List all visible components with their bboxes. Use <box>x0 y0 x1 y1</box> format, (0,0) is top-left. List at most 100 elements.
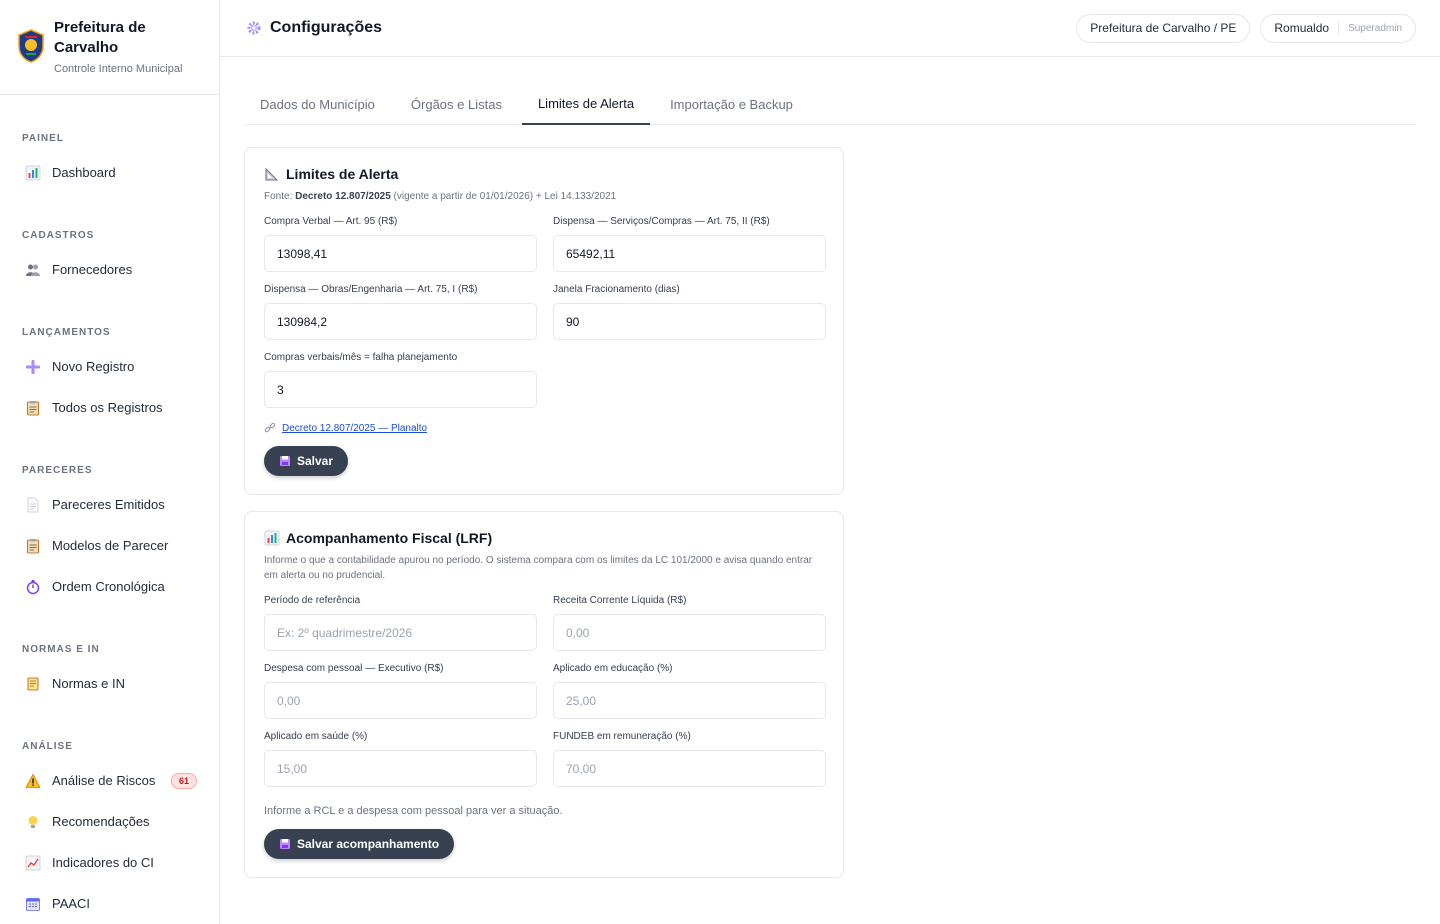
sidebar-item-dashboard[interactable]: Dashboard <box>0 152 219 193</box>
field-label: Compras verbais/mês = falha planejamento <box>264 352 458 363</box>
source-suffix: (vigente a partir de 01/01/2026) + Lei 1… <box>390 191 617 202</box>
field-educacao: Aplicado em educação (%) <box>553 663 826 719</box>
sidebar-item-novo-registro[interactable]: Novo Registro <box>0 346 219 387</box>
sidebar-item-analise-de-riscos[interactable]: Análise de Riscos 61 <box>0 760 219 801</box>
nav-section-title: CADASTROS <box>22 230 95 241</box>
brand-name: Prefeitura de Carvalho <box>54 19 146 56</box>
top-right: Prefeitura de Carvalho / PE Romualdo Sup… <box>1076 13 1416 43</box>
field-saude: Aplicado em saúde (%) <box>264 731 537 787</box>
sidebar-item-label: Pareceres Emitidos <box>52 497 165 512</box>
user-menu[interactable]: Romualdo Superadmin <box>1260 13 1416 43</box>
limits-grid: Compra Verbal — Art. 95 (R$) Dispensa — … <box>264 216 826 420</box>
field-label: Compra Verbal — Art. 95 (R$) <box>264 216 398 227</box>
warning-icon <box>24 772 42 790</box>
field-dispensa-obras: Dispensa — Obras/Engenharia — Art. 75, I… <box>264 284 537 340</box>
limits-source: Fonte: Decreto 12.807/2025 (vigente a pa… <box>264 189 824 204</box>
tab-importacao-backup[interactable]: Importação e Backup <box>654 83 809 125</box>
fiscal-card: Acompanhamento Fiscal (LRF) Informe o qu… <box>244 511 844 878</box>
save-fiscal-label: Salvar acompanhamento <box>297 837 440 851</box>
sidebar-item-modelos-de-parecer[interactable]: Modelos de Parecer <box>0 525 219 566</box>
brand: Prefeitura de Carvalho Controle Interno … <box>0 0 219 95</box>
tab-orgaos-listas[interactable]: Órgãos e Listas <box>395 83 518 125</box>
periodo-input[interactable] <box>264 614 537 651</box>
sidebar-item-paaci[interactable]: PAACI <box>0 883 219 924</box>
tab-dados-municipio[interactable]: Dados do Município <box>244 83 391 125</box>
risk-count-badge: 61 <box>170 772 197 789</box>
nav-section: ANÁLISE Análise de Riscos 61 Recomendações I… <box>0 704 219 924</box>
floppy-disk-icon <box>280 839 290 849</box>
settings-tabs: Dados do Município Órgãos e Listas Limit… <box>244 83 1416 125</box>
sidebar-item-label: Modelos de Parecer <box>52 538 169 553</box>
triangular-ruler-icon <box>264 166 280 182</box>
sidebar-nav: PAINEL Dashboard CADASTROS Fornecedores LANÇ… <box>0 95 219 924</box>
field-despesa-pessoal: Despesa com pessoal — Executivo (R$) <box>264 663 537 719</box>
municipal-crest-icon <box>18 29 44 63</box>
dispensa-servicos-input[interactable] <box>553 235 826 272</box>
compra-verbal-input[interactable] <box>264 235 537 272</box>
municipality-selector[interactable]: Prefeitura de Carvalho / PE <box>1076 13 1251 43</box>
tab-limites-alerta[interactable]: Limites de Alerta <box>521 83 651 125</box>
educacao-input[interactable] <box>553 682 826 719</box>
source-prefix: Fonte: <box>264 191 296 202</box>
sidebar-item-label: Fornecedores <box>52 262 133 277</box>
field-label: Aplicado em educação (%) <box>553 663 673 674</box>
sidebar-item-todos-os-registros[interactable]: Todos os Registros <box>0 387 219 428</box>
despesa-pessoal-input[interactable] <box>264 682 537 719</box>
limits-card-title: Limites de Alerta <box>264 166 824 182</box>
fiscal-grid: Período de referência Receita Corrente L… <box>264 595 826 799</box>
sidebar-item-label: Análise de Riscos <box>52 773 156 788</box>
decree-link[interactable]: Decreto 12.807/2025 — Planalto <box>282 423 427 434</box>
sidebar-item-indicadores-do-ci[interactable]: Indicadores do CI <box>0 842 219 883</box>
save-limits-button[interactable]: Salvar <box>264 446 349 476</box>
document-icon <box>24 496 42 514</box>
bar-chart-icon <box>264 530 280 546</box>
nav-section-title: PAINEL <box>22 133 64 144</box>
fiscal-description: Informe o que a contabilidade apurou no … <box>264 555 813 581</box>
user-name: Romualdo <box>1274 21 1340 35</box>
field-label: Despesa com pessoal — Executivo (R$) <box>264 663 444 674</box>
clipboard-icon <box>24 399 42 417</box>
field-label: Dispensa — Obras/Engenharia — Art. 75, I… <box>264 284 478 295</box>
field-fundeb: FUNDEB em remuneração (%) <box>553 731 826 787</box>
dispensa-obras-input[interactable] <box>264 303 537 340</box>
sidebar-item-fornecedores[interactable]: Fornecedores <box>0 249 219 290</box>
compras-verbais-mes-input[interactable] <box>264 371 537 408</box>
sidebar-item-pareceres-emitidos[interactable]: Pareceres Emitidos <box>0 484 219 525</box>
clipboard-icon <box>24 537 42 555</box>
lightbulb-icon <box>24 813 42 831</box>
nav-section-title: ANÁLISE <box>22 741 73 752</box>
field-dispensa-servicos: Dispensa — Serviços/Compras — Art. 75, I… <box>553 216 826 272</box>
sidebar-item-normas-e-in[interactable]: Normas e IN <box>0 663 219 704</box>
field-label: Janela Fracionamento (dias) <box>553 284 680 295</box>
line-chart-icon <box>24 854 42 872</box>
floppy-disk-icon <box>280 456 290 466</box>
fiscal-card-title: Acompanhamento Fiscal (LRF) <box>264 530 824 546</box>
field-periodo: Período de referência <box>264 595 537 651</box>
sidebar-item-label: Recomendações <box>52 814 150 829</box>
people-icon <box>24 261 42 279</box>
save-fiscal-button[interactable]: Salvar acompanhamento <box>264 829 455 859</box>
janela-fracionamento-input[interactable] <box>553 303 826 340</box>
sidebar: Prefeitura de Carvalho Controle Interno … <box>0 0 220 924</box>
fundeb-input[interactable] <box>553 750 826 787</box>
rcl-input[interactable] <box>553 614 826 651</box>
save-limits-label: Salvar <box>297 454 334 468</box>
sidebar-item-label: Ordem Cronológica <box>52 579 165 594</box>
content: Dados do Município Órgãos e Listas Limit… <box>220 57 1440 924</box>
field-label: Dispensa — Serviços/Compras — Art. 75, I… <box>553 216 770 227</box>
saude-input[interactable] <box>264 750 537 787</box>
sidebar-item-label: Novo Registro <box>52 359 135 374</box>
link-icon <box>264 422 276 433</box>
field-label: FUNDEB em remuneração (%) <box>553 731 691 742</box>
decree-link-row: Decreto 12.807/2025 — Planalto <box>264 422 824 434</box>
field-compras-verbais-mes: Compras verbais/mês = falha planejamento <box>264 352 537 408</box>
field-label: Período de referência <box>264 595 361 606</box>
calendar-icon <box>24 895 42 913</box>
sidebar-item-ordem-cronologica[interactable]: Ordem Cronológica <box>0 566 219 607</box>
stopwatch-icon <box>24 578 42 596</box>
sidebar-item-label: Todos os Registros <box>52 400 163 415</box>
sidebar-item-recomendacoes[interactable]: Recomendações <box>0 801 219 842</box>
page-title-text: Configurações <box>270 19 383 36</box>
sidebar-item-label: Dashboard <box>52 165 116 180</box>
fiscal-hint: Informe a RCL e a despesa com pessoal pa… <box>264 805 563 817</box>
